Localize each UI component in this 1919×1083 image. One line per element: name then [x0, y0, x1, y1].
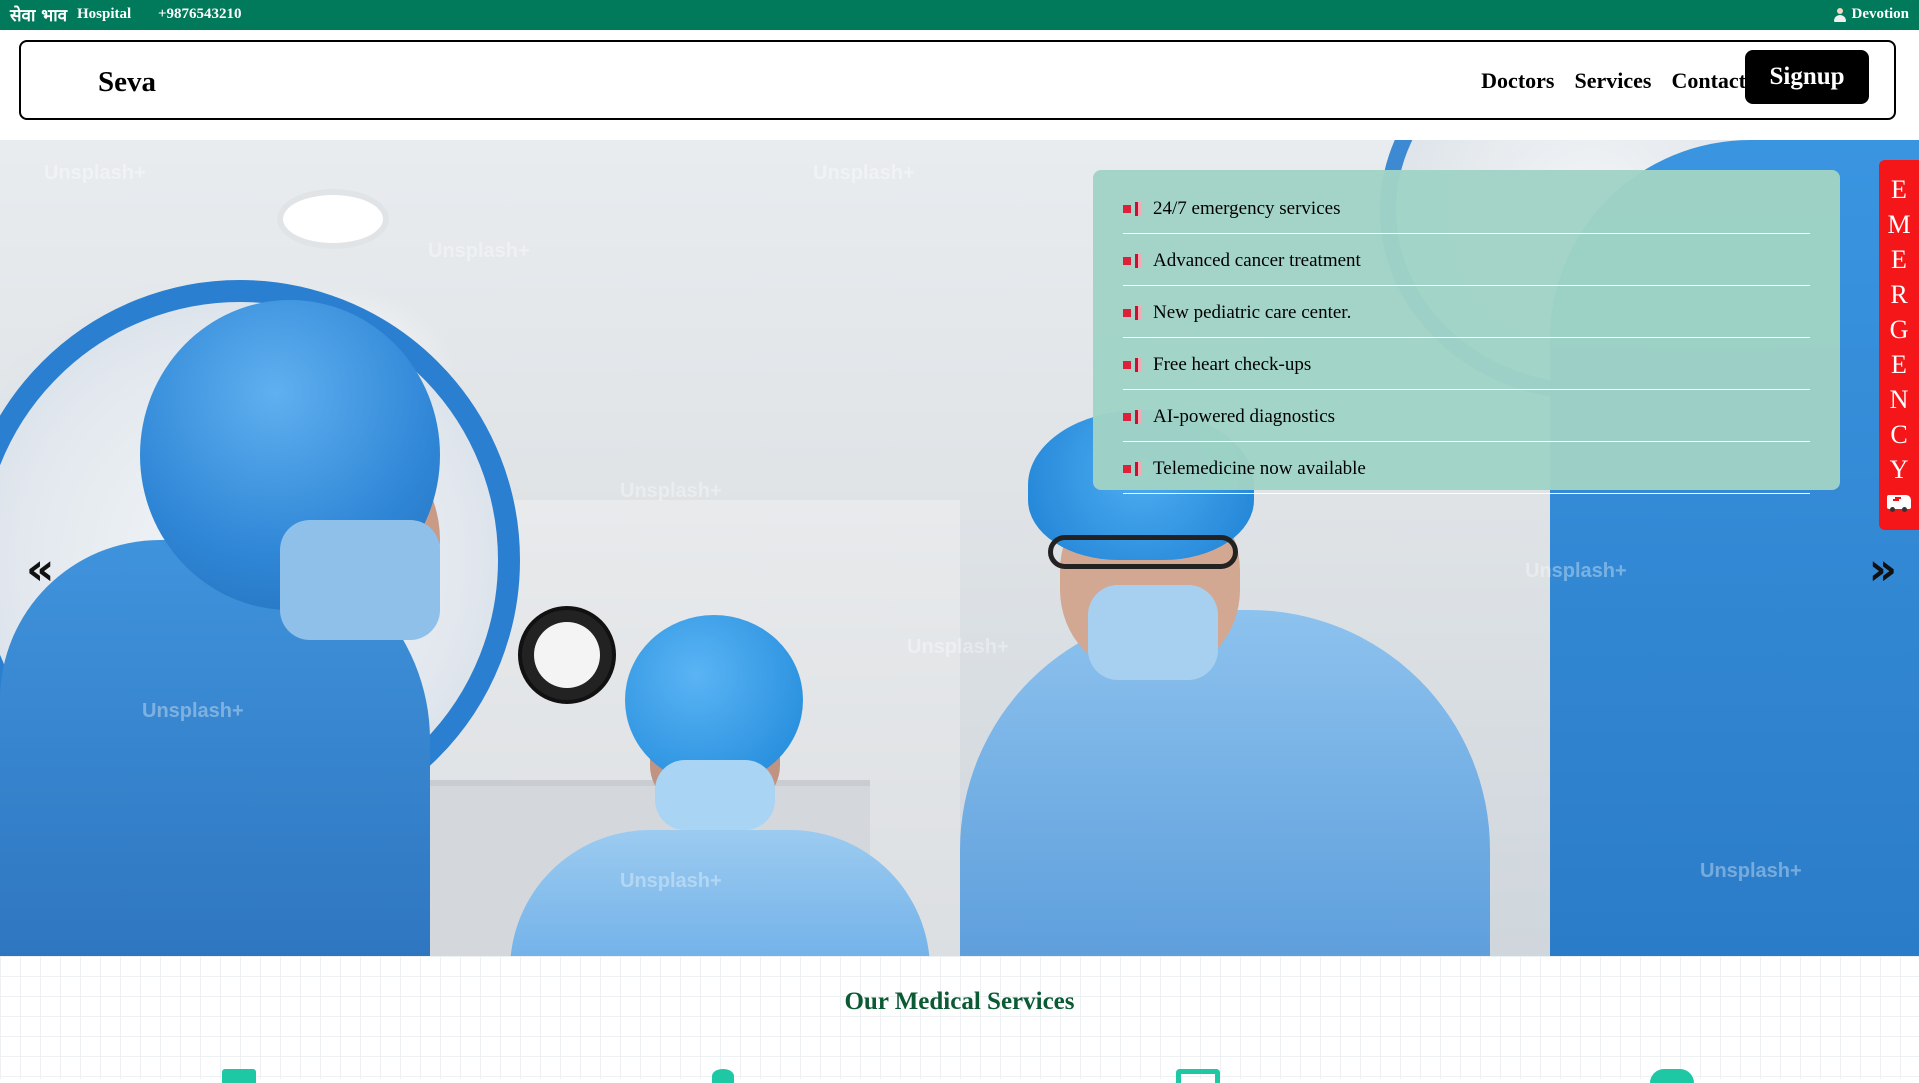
- watermark: Unsplash+: [142, 700, 244, 722]
- surgeon-center-body: [960, 610, 1490, 956]
- pushpin-icon: [1123, 461, 1145, 476]
- carousel-prev-button[interactable]: «: [26, 548, 54, 592]
- news-item: AI-powered diagnostics: [1123, 392, 1810, 442]
- emergency-letter: E: [1891, 175, 1907, 204]
- top-info-bar: सेवा भाव Hospital +9876543210 Devotion: [0, 0, 1919, 30]
- nav-link-contact[interactable]: Contact: [1671, 68, 1746, 94]
- brand-hindi: सेवा भाव: [10, 6, 68, 26]
- pushpin-icon: [1123, 201, 1145, 216]
- watermark: Unsplash+: [44, 162, 146, 184]
- news-item-text: New pediatric care center.: [1153, 301, 1352, 323]
- emergency-letter: C: [1890, 420, 1908, 449]
- news-item-text: Free heart check-ups: [1153, 353, 1312, 375]
- signup-button[interactable]: Signup: [1745, 50, 1869, 104]
- phone-number[interactable]: +9876543210: [158, 6, 242, 23]
- watermark: Unsplash+: [428, 240, 530, 262]
- surgical-mask: [1088, 585, 1218, 680]
- user-account[interactable]: Devotion: [1833, 6, 1910, 23]
- services-title: Our Medical Services: [844, 988, 1075, 1015]
- person-icon: [1833, 7, 1846, 22]
- watermark: Unsplash+: [907, 636, 1009, 658]
- emergency-letter: N: [1889, 385, 1909, 414]
- service-icon[interactable]: [1176, 1069, 1220, 1083]
- nav-link-doctors[interactable]: Doctors: [1481, 68, 1554, 94]
- news-item: Advanced cancer treatment: [1123, 236, 1810, 286]
- site-logo[interactable]: Seva: [98, 66, 156, 99]
- news-item: 24/7 emergency services: [1123, 184, 1810, 234]
- news-item: New pediatric care center.: [1123, 288, 1810, 338]
- watermark: Unsplash+: [1700, 860, 1802, 882]
- news-highlights-panel: 24/7 emergency services Advanced cancer …: [1093, 170, 1840, 494]
- service-icon[interactable]: [222, 1069, 256, 1083]
- emergency-letter: G: [1889, 315, 1909, 344]
- ambulance-icon: [1887, 495, 1911, 512]
- pushpin-icon: [1123, 253, 1145, 268]
- watermark: Unsplash+: [620, 480, 722, 502]
- user-name: Devotion: [1851, 6, 1910, 22]
- glasses: [1048, 535, 1238, 569]
- watermark: Unsplash+: [620, 870, 722, 892]
- news-item: Telemedicine now available: [1123, 444, 1810, 494]
- surgical-mask: [280, 520, 440, 640]
- pushpin-icon: [1123, 357, 1145, 372]
- news-item-text: Telemedicine now available: [1153, 457, 1366, 479]
- pushpin-icon: [1123, 409, 1145, 424]
- emergency-letter: E: [1891, 350, 1907, 379]
- wall-clock: [518, 606, 616, 704]
- news-item-text: Advanced cancer treatment: [1153, 249, 1361, 271]
- emergency-letter: E: [1891, 245, 1907, 274]
- pushpin-icon: [1123, 305, 1145, 320]
- surgical-mask: [655, 760, 775, 830]
- service-icon[interactable]: [712, 1069, 734, 1083]
- watermark: Unsplash+: [813, 162, 915, 184]
- services-section: Our Medical Services: [0, 956, 1919, 1083]
- emergency-letter: Y: [1889, 455, 1909, 484]
- news-item: Free heart check-ups: [1123, 340, 1810, 390]
- hospital-label: Hospital: [77, 6, 132, 22]
- nav-link-services[interactable]: Services: [1574, 68, 1651, 94]
- emergency-letter: R: [1890, 280, 1908, 309]
- watermark: Unsplash+: [1525, 560, 1627, 582]
- nav-links: Doctors Services Contact: [1481, 68, 1746, 94]
- news-item-text: 24/7 emergency services: [1153, 197, 1341, 219]
- carousel-next-button[interactable]: »: [1869, 548, 1897, 592]
- main-navbar: Seva Doctors Services Contact Signup: [19, 40, 1896, 120]
- news-item-text: AI-powered diagnostics: [1153, 405, 1336, 427]
- ceiling-light: [283, 195, 383, 243]
- emergency-button[interactable]: E M E R G E N C Y: [1879, 160, 1919, 530]
- emergency-letter: M: [1887, 210, 1911, 239]
- service-icon[interactable]: [1650, 1069, 1694, 1083]
